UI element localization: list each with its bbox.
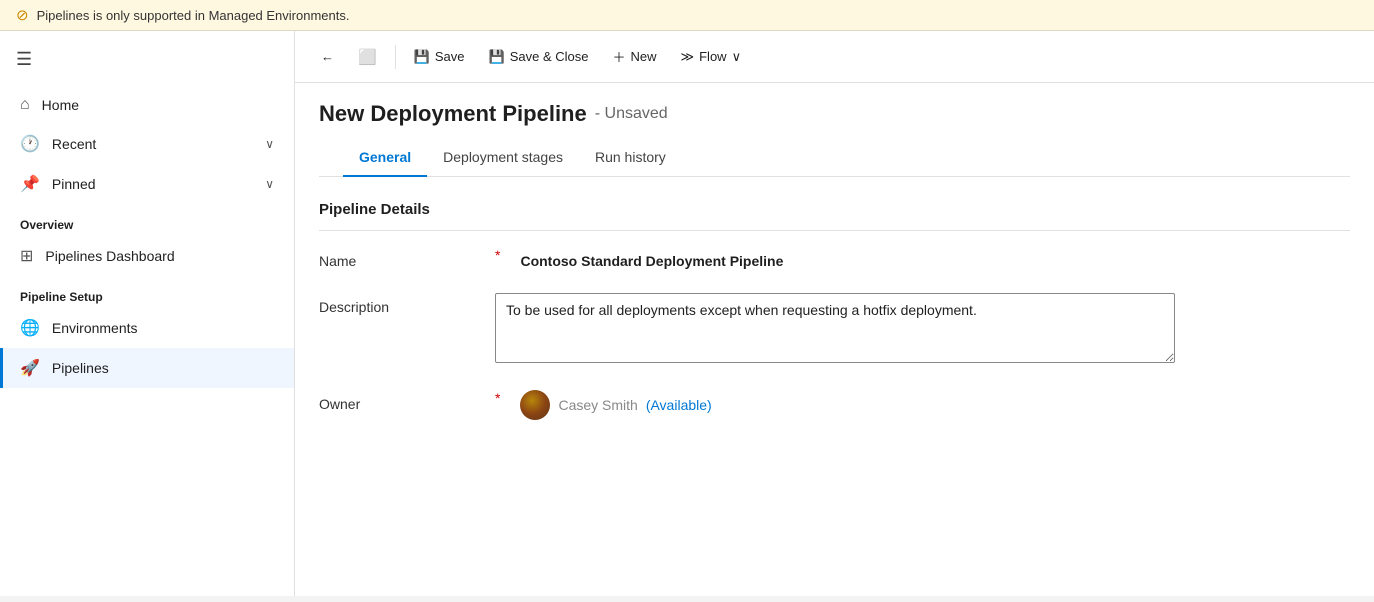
description-label: Description	[319, 293, 479, 315]
sidebar-item-label: Recent	[52, 136, 96, 152]
globe-icon: 🌐	[20, 318, 40, 338]
new-button[interactable]: ＋ New	[602, 41, 666, 72]
sidebar-item-home[interactable]: ⌂ Home	[0, 86, 294, 124]
flow-chevron-icon: ∨	[732, 49, 742, 65]
owner-label: Owner	[319, 390, 479, 412]
flow-icon: ≫	[681, 49, 695, 65]
description-field-row: Description To be used for all deploymen…	[319, 293, 1350, 366]
sidebar-item-label: Home	[42, 97, 79, 113]
required-star-owner: *	[495, 390, 500, 406]
page-title: New Deployment Pipeline - Unsaved	[319, 101, 1350, 127]
sidebar: ☰ ⌂ Home 🕐 Recent ∨ 📌 Pinned ∨ Overview …	[0, 31, 295, 596]
owner-row: Casey Smith (Available)	[520, 390, 1350, 420]
owner-field-row: Owner * Casey Smith (Available)	[319, 390, 1350, 420]
pipeline-details-title: Pipeline Details	[319, 201, 1350, 231]
banner-text: Pipelines is only supported in Managed E…	[37, 8, 350, 23]
dashboard-icon: ⊞	[20, 246, 33, 266]
sidebar-item-label: Pinned	[52, 176, 96, 192]
sidebar-item-environments[interactable]: 🌐 Environments	[0, 308, 294, 348]
warning-icon: ⊘	[16, 6, 29, 24]
toolbar: ← ⬜ 💾 Save 💾 Save & Close ＋ New ≫ Flow ∨	[295, 31, 1374, 83]
save-close-icon: 💾	[489, 49, 505, 65]
open-icon: ⬜	[358, 48, 377, 66]
plus-icon: ＋	[612, 47, 625, 66]
save-icon: 💾	[414, 49, 430, 65]
main-content: ← ⬜ 💾 Save 💾 Save & Close ＋ New ≫ Flow ∨	[295, 31, 1374, 596]
tabs-container: General Deployment stages Run history	[319, 139, 1350, 177]
save-close-button[interactable]: 💾 Save & Close	[479, 43, 599, 71]
overview-section-label: Overview	[0, 204, 294, 236]
name-field-row: Name * Contoso Standard Deployment Pipel…	[319, 247, 1350, 269]
name-value: Contoso Standard Deployment Pipeline	[520, 247, 1350, 269]
sidebar-item-label: Pipelines Dashboard	[45, 248, 174, 264]
sidebar-item-recent[interactable]: 🕐 Recent ∨	[0, 124, 294, 164]
recent-icon: 🕐	[20, 134, 40, 154]
unsaved-label: - Unsaved	[595, 105, 668, 123]
flow-button[interactable]: ≫ Flow ∨	[671, 43, 752, 71]
chevron-down-icon: ∨	[265, 177, 274, 191]
tab-deployment-stages[interactable]: Deployment stages	[427, 139, 579, 177]
home-icon: ⌂	[20, 96, 30, 114]
sidebar-item-label: Pipelines	[52, 360, 109, 376]
rocket-icon: 🚀	[20, 358, 40, 378]
tab-run-history[interactable]: Run history	[579, 139, 682, 177]
pin-icon: 📌	[20, 174, 40, 194]
required-star: *	[495, 247, 500, 263]
hamburger-button[interactable]: ☰	[0, 39, 294, 86]
owner-name-label: Casey Smith	[558, 397, 637, 413]
page-header: New Deployment Pipeline - Unsaved Genera…	[295, 83, 1374, 177]
back-button[interactable]: ←	[311, 43, 344, 70]
sidebar-item-label: Environments	[52, 320, 138, 336]
description-textarea[interactable]: To be used for all deployments except wh…	[495, 293, 1175, 363]
sidebar-item-pinned[interactable]: 📌 Pinned ∨	[0, 164, 294, 204]
chevron-down-icon: ∨	[265, 137, 274, 151]
top-banner: ⊘ Pipelines is only supported in Managed…	[0, 0, 1374, 31]
name-label: Name	[319, 247, 479, 269]
owner-available-status: (Available)	[646, 397, 712, 413]
back-icon: ←	[321, 49, 334, 64]
description-value: To be used for all deployments except wh…	[495, 293, 1350, 366]
form-content: Pipeline Details Name * Contoso Standard…	[295, 177, 1374, 468]
sidebar-item-pipelines[interactable]: 🚀 Pipelines	[0, 348, 294, 388]
sidebar-item-pipelines-dashboard[interactable]: ⊞ Pipelines Dashboard	[0, 236, 294, 276]
owner-value: Casey Smith (Available)	[520, 390, 1350, 420]
pipeline-setup-section-label: Pipeline Setup	[0, 276, 294, 308]
avatar	[520, 390, 550, 420]
save-button[interactable]: 💾 Save	[404, 43, 475, 71]
tab-general[interactable]: General	[343, 139, 427, 177]
open-button[interactable]: ⬜	[348, 42, 387, 72]
toolbar-separator	[395, 45, 396, 69]
